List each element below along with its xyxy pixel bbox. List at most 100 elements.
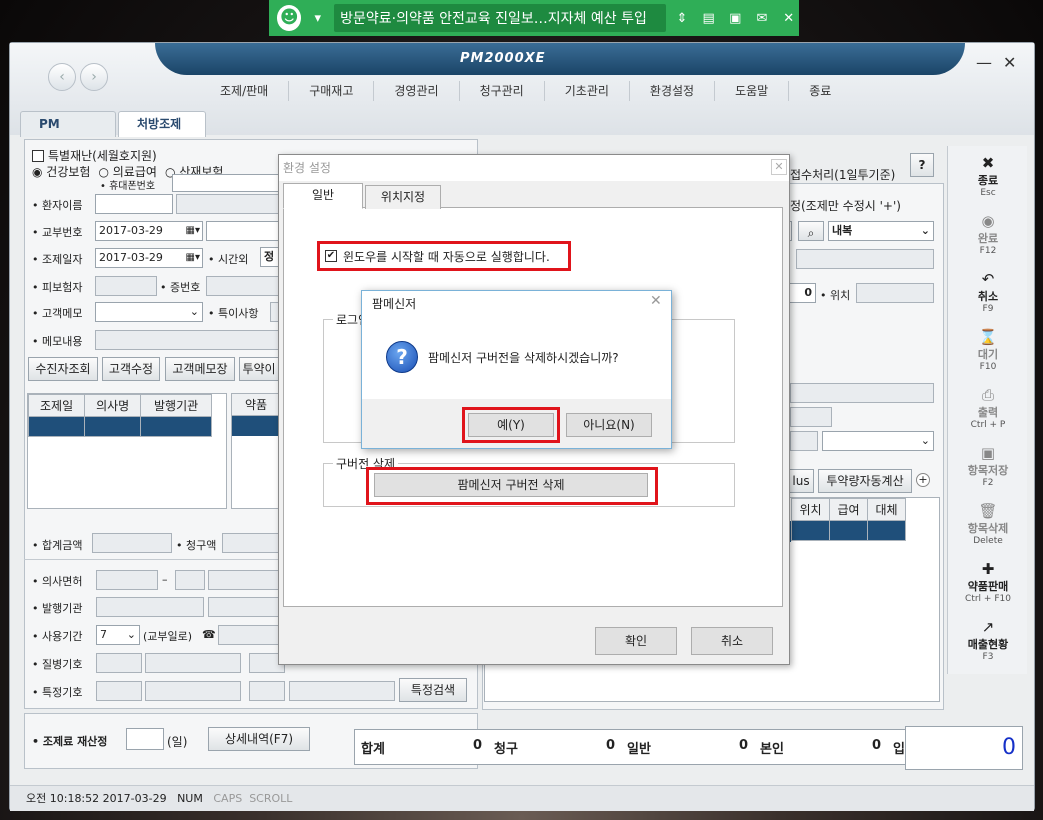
tab-prescription[interactable]: 처방조제 xyxy=(118,111,206,137)
right-field-d[interactable] xyxy=(790,407,832,427)
menu-item[interactable]: 청구관리 xyxy=(460,81,545,101)
time-outside-field[interactable]: 정 xyxy=(260,247,280,267)
right-field-c[interactable] xyxy=(790,383,934,403)
close-button[interactable]: ✕ xyxy=(1003,53,1016,72)
insured-field[interactable] xyxy=(95,276,157,296)
phone-field-2[interactable] xyxy=(218,625,280,645)
forward-button[interactable]: › xyxy=(80,63,108,91)
customer-memo-select[interactable]: ⌄ xyxy=(95,302,203,322)
table-cell[interactable] xyxy=(140,416,212,437)
calendar-icon[interactable]: ▦▾ xyxy=(186,222,200,240)
updown-icon[interactable]: ⇕ xyxy=(672,11,693,26)
tab-position[interactable]: 위치지정 xyxy=(365,185,441,209)
complete-action[interactable]: ◉ 완료 F12 xyxy=(948,212,1028,256)
doctor-name-field[interactable] xyxy=(208,570,280,590)
add-icon[interactable]: + xyxy=(916,473,930,487)
menu-item[interactable]: 구매재고 xyxy=(289,81,375,101)
tab-pm-home[interactable]: PM Home xyxy=(20,111,116,155)
patient-name-field[interactable] xyxy=(95,194,173,214)
delete-old-version-button[interactable]: 팜메신저 구버전 삭제 xyxy=(374,473,648,497)
minimize-button[interactable]: — xyxy=(976,53,992,72)
table-cell[interactable] xyxy=(84,416,142,437)
special-code-field[interactable] xyxy=(96,681,142,701)
issue-date-field[interactable]: 2017-03-29 ▦▾ xyxy=(95,221,203,241)
special-name-field[interactable] xyxy=(145,681,241,701)
deposit-field[interactable]: 0 xyxy=(905,726,1023,770)
column-header[interactable]: 약품 xyxy=(232,394,280,416)
sales-status-action[interactable]: ↗ 매출현황 F3 xyxy=(948,618,1028,662)
smile-icon[interactable]: ☻ xyxy=(277,5,302,31)
doctor-license-field[interactable] xyxy=(96,570,158,590)
yes-button[interactable]: 예(Y) xyxy=(468,413,554,437)
right-field-e[interactable] xyxy=(790,431,818,451)
checkbox[interactable] xyxy=(32,149,44,162)
plus-button[interactable]: lus xyxy=(788,469,814,493)
column-header[interactable]: 조제일 xyxy=(27,394,86,417)
column-header[interactable]: 급여 xyxy=(829,498,868,521)
menu-item[interactable]: 조제/판매 xyxy=(200,81,290,101)
table-cell[interactable] xyxy=(829,520,868,541)
oral-select[interactable]: 내복 ⌄ xyxy=(828,221,934,241)
exit-action[interactable]: ✖ 종료 Esc xyxy=(948,154,1028,198)
wait-action[interactable]: ⌛ 대기 F10 xyxy=(948,328,1028,372)
ok-button[interactable]: 확인 xyxy=(595,627,677,655)
issue-no-field[interactable] xyxy=(206,221,280,241)
column-header[interactable]: 발행기관 xyxy=(140,394,212,417)
close-icon[interactable]: ✕ xyxy=(778,11,799,26)
chevron-down-icon[interactable]: ▾ xyxy=(307,11,328,26)
dosage-button[interactable]: 투약이 xyxy=(239,357,279,381)
close-icon[interactable]: ✕ xyxy=(650,293,662,309)
menu-item[interactable]: 도움말 xyxy=(715,81,790,101)
issuer-name-field[interactable] xyxy=(208,597,280,617)
menu-item[interactable]: 환경설정 xyxy=(630,81,716,101)
tab-general[interactable]: 일반 xyxy=(283,183,363,209)
special-disaster[interactable]: 특별재난(세월호지원) xyxy=(32,147,157,164)
search-icon[interactable]: ⌕ xyxy=(798,221,824,241)
right-select[interactable]: ⌄ xyxy=(822,431,934,451)
phone-field[interactable] xyxy=(172,174,282,192)
cert-no-field[interactable] xyxy=(206,276,280,296)
special-code-field-2[interactable] xyxy=(249,681,285,701)
table-cell[interactable] xyxy=(27,416,86,437)
claim-amount-field[interactable] xyxy=(222,533,282,553)
save-item-action[interactable]: ▣ 항목저장 F2 xyxy=(948,444,1028,488)
dispense-date-field[interactable]: 2017-03-29 ▦▾ xyxy=(95,248,203,268)
table-row[interactable] xyxy=(232,416,280,436)
back-button[interactable]: ‹ xyxy=(48,63,76,91)
special-desc-field[interactable] xyxy=(289,681,395,701)
menu-item[interactable]: 종료 xyxy=(789,81,851,101)
right-field-b[interactable] xyxy=(796,249,934,269)
doctor-license-field-2[interactable] xyxy=(175,570,205,590)
column-header[interactable]: 대체 xyxy=(867,498,906,521)
issuer-field[interactable] xyxy=(96,597,204,617)
menu-item[interactable]: 경영관리 xyxy=(374,81,460,101)
usage-period-select[interactable]: 7 ⌄ xyxy=(96,625,140,645)
disease-name-field[interactable] xyxy=(145,653,241,673)
detail-button[interactable]: 상세내역(F7) xyxy=(208,727,310,751)
cancel-button[interactable]: 취소 xyxy=(691,627,773,655)
table-cell[interactable] xyxy=(867,520,906,541)
total-amount-field[interactable] xyxy=(92,533,172,553)
menu-item[interactable]: 기초관리 xyxy=(545,81,630,101)
customer-memo-pad-button[interactable]: 고객메모장 xyxy=(165,357,235,381)
disease-code-field[interactable] xyxy=(96,653,142,673)
memo-content-field[interactable] xyxy=(95,330,280,350)
inquiry-button[interactable]: 수진자조회 xyxy=(28,357,98,381)
calendar-icon[interactable]: ▦▾ xyxy=(186,249,200,267)
history-table[interactable]: 조제일 의사명 발행기관 xyxy=(27,393,227,509)
patient-id-field[interactable] xyxy=(176,194,280,214)
autostart-checkbox[interactable]: ✔ xyxy=(325,250,337,262)
help-button[interactable]: ? xyxy=(910,153,934,177)
print-action[interactable]: ⎙ 출력 Ctrl + P xyxy=(948,386,1028,430)
media-icon[interactable]: ▣ xyxy=(725,11,746,26)
edit-customer-button[interactable]: 고객수정 xyxy=(102,357,160,381)
autostart-label[interactable]: 윈도우를 시작할 때 자동으로 실행합니다. xyxy=(343,248,550,265)
recalc-days-field[interactable] xyxy=(126,728,164,750)
card-icon[interactable]: ▤ xyxy=(698,11,719,26)
column-header[interactable]: 위치 xyxy=(791,498,830,521)
no-button[interactable]: 아니요(N) xyxy=(566,413,652,437)
radio-health[interactable]: ◉ 건강보험 xyxy=(32,163,90,180)
column-header[interactable]: 의사명 xyxy=(84,394,142,417)
drug-table[interactable]: 약품 xyxy=(231,393,281,509)
close-icon[interactable]: ✕ xyxy=(771,159,787,175)
